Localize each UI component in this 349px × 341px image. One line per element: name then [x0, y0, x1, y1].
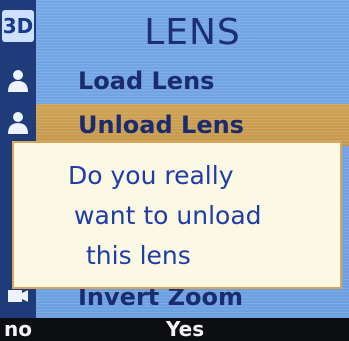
softkey-yes[interactable]: Yes [166, 318, 204, 340]
person-icon [0, 58, 36, 102]
menu-item-label: Load Lens [78, 67, 215, 95]
screen-title: LENS [144, 11, 241, 53]
lens-menu-screen: 3D LENS Load Lens Unload Lens Invert Zoo… [0, 0, 349, 340]
menu-item-label: Unload Lens [78, 111, 244, 139]
dialog-line-1: Do you really [68, 161, 234, 190]
person-icon [0, 100, 36, 144]
3d-badge: 3D [2, 10, 34, 42]
menu-item-load-lens[interactable]: Load Lens [36, 60, 349, 102]
softkey-no[interactable]: no [4, 318, 32, 340]
softkey-bar: no Yes [0, 318, 349, 340]
dialog-line-2: want to unload [74, 201, 262, 230]
confirm-dialog: Do you really want to unload this lens [12, 141, 342, 289]
menu-item-unload-lens[interactable]: Unload Lens [36, 104, 349, 146]
dialog-line-3: this lens [86, 241, 191, 270]
